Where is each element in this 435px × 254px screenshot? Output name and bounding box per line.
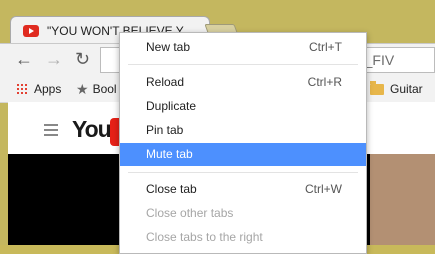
bookmark-guitar-label: Guitar [390,82,423,96]
menu-item-duplicate[interactable]: Duplicate [120,95,366,118]
menu-separator [128,64,358,65]
bookmark-apps[interactable]: Apps [16,81,61,97]
menu-item-close-other-tabs[interactable]: Close other tabs [120,202,366,225]
menu-item-close-tab[interactable]: Close tab Ctrl+W [120,178,366,201]
bookmark-guitar[interactable]: Guitar [370,80,423,97]
star-icon: ★ [76,80,89,97]
tab-context-menu: New tab Ctrl+T Reload Ctrl+R Duplicate P… [119,32,367,254]
bookmark-apps-label: Apps [34,82,62,96]
menu-separator [128,172,358,173]
youtube-favicon-icon [23,24,39,37]
video-thumbnail[interactable] [370,154,435,245]
youtube-logo[interactable]: You [72,116,112,143]
menu-item-pin-tab[interactable]: Pin tab [120,119,366,142]
menu-item-new-tab[interactable]: New tab Ctrl+T [120,36,366,59]
menu-item-close-tabs-right[interactable]: Close tabs to the right [120,226,366,249]
hamburger-menu-icon[interactable] [44,124,58,136]
reload-icon[interactable]: ↻ [75,50,90,68]
bookmark-book-label: Bool [92,82,117,96]
back-arrow-icon[interactable]: ← [15,50,33,68]
menu-item-reload[interactable]: Reload Ctrl+R [120,71,366,94]
bookmark-book[interactable]: ★ Bool [76,81,117,97]
folder-icon [370,80,384,95]
apps-grid-icon [16,83,28,95]
forward-arrow-icon[interactable]: → [45,50,63,68]
menu-item-mute-tab[interactable]: Mute tab [120,143,366,166]
